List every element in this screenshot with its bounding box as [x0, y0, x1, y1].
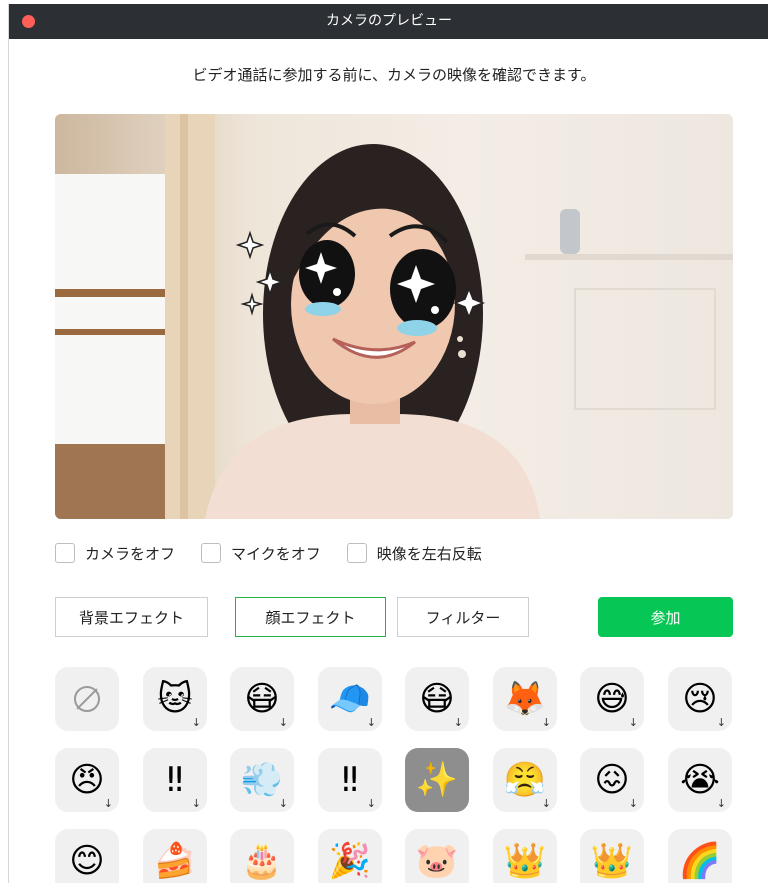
sparkly-eyes-icon: ✨	[415, 760, 459, 800]
effect-item[interactable]: 😷 ↓	[230, 667, 294, 731]
download-arrow-icon: ↓	[366, 716, 376, 729]
annoyed-face-icon: 😤	[503, 760, 547, 800]
download-arrow-icon: ↓	[716, 716, 726, 729]
tiara-icon: 👑	[590, 841, 634, 881]
tab-face-effects[interactable]: 顔エフェクト	[235, 597, 386, 637]
birthday-cake-icon: 🎂	[240, 841, 284, 881]
crown-icon: 👑	[503, 841, 547, 881]
download-arrow-icon: ↓	[191, 797, 201, 810]
blush-face-icon: 😊	[69, 841, 105, 881]
download-arrow-icon: ↓	[103, 797, 113, 810]
mirror-video-checkbox[interactable]	[346, 543, 367, 563]
download-arrow-icon: ↓	[716, 797, 726, 810]
effect-item[interactable]: 🍰	[143, 829, 207, 883]
download-arrow-icon: ↓	[278, 797, 288, 810]
effect-item[interactable]: 😭 ↓	[668, 748, 732, 812]
tab-background-effects[interactable]: 背景エフェクト	[55, 597, 208, 637]
download-arrow-icon: ↓	[191, 716, 201, 729]
effect-item[interactable]: 😖 ↓	[580, 748, 644, 812]
steam-puff-icon: 💨	[240, 760, 284, 800]
party-hat-icon: 🎉	[328, 841, 372, 881]
camera-off-option[interactable]: カメラをオフ	[55, 543, 175, 564]
effect-item[interactable]: 😅 ↓	[580, 667, 644, 731]
frustrated-face-icon: 😖	[594, 760, 630, 800]
mirror-video-label: 映像を左右反転	[376, 544, 482, 563]
angry-face-icon: 😠	[69, 760, 105, 800]
cake-roll-icon: 🍰	[153, 841, 197, 881]
title-bar: カメラのプレビュー	[9, 4, 768, 39]
preview-options: カメラをオフ マイクをオフ 映像を左右反転	[55, 541, 508, 565]
effect-item[interactable]: 👑	[493, 829, 557, 883]
window-title: カメラのプレビュー	[326, 13, 452, 29]
effect-item[interactable]: 😤 ↓	[493, 748, 557, 812]
mic-off-label: マイクをオフ	[231, 544, 321, 563]
effect-item[interactable]: ✨	[405, 748, 469, 812]
effect-item[interactable]: 😠 ↓	[55, 748, 119, 812]
mic-off-option[interactable]: マイクをオフ	[201, 543, 321, 564]
camera-preview-video	[55, 114, 733, 519]
effect-item[interactable]	[55, 667, 119, 731]
none-icon	[74, 686, 100, 712]
rainbow-icon: 🌈	[678, 841, 722, 881]
exclamation-icon: ‼	[341, 760, 359, 800]
sad-face-icon: 😢	[682, 679, 718, 719]
camera-preview-window: カメラのプレビュー ビデオ通話に参加する前に、カメラの映像を確認できます。 カメ…	[8, 4, 768, 883]
effect-item[interactable]: 🐷	[405, 829, 469, 883]
cap-mask-face-icon: 🧢	[328, 679, 372, 719]
effect-item[interactable]: ‼ ↓	[318, 748, 382, 812]
effect-item[interactable]: 🌈	[668, 829, 732, 883]
download-arrow-icon: ↓	[278, 716, 288, 729]
effect-item[interactable]: 🐱 ↓	[143, 667, 207, 731]
white-mask-face-icon: 😷	[244, 679, 280, 719]
effect-item[interactable]: 😢 ↓	[668, 667, 732, 731]
mic-off-checkbox[interactable]	[201, 543, 222, 563]
effect-item[interactable]: ‼ ↓	[143, 748, 207, 812]
mirror-video-option[interactable]: 映像を左右反転	[346, 543, 482, 564]
download-arrow-icon: ↓	[628, 716, 638, 729]
fox-mask-icon: 🦊	[503, 679, 547, 719]
pig-face-icon: 🐷	[415, 841, 459, 881]
cat-photo-icon: 🐱	[157, 679, 193, 719]
crying-face-icon: 😭	[680, 760, 720, 800]
sweat-face-icon: 😅	[594, 679, 630, 719]
effect-item[interactable]: 😊	[55, 829, 119, 883]
effect-item[interactable]: 🎉	[318, 829, 382, 883]
tab-filters[interactable]: フィルター	[397, 597, 529, 637]
camera-off-label: カメラをオフ	[85, 544, 176, 563]
download-arrow-icon: ↓	[541, 797, 551, 810]
join-button[interactable]: 参加	[598, 597, 733, 637]
preview-description: ビデオ通話に参加する前に、カメラの映像を確認できます。	[192, 66, 596, 84]
camera-off-checkbox[interactable]	[55, 543, 75, 563]
effect-item[interactable]: 🧢 ↓	[318, 667, 382, 731]
download-arrow-icon: ↓	[541, 716, 551, 729]
effect-item[interactable]: 👑	[580, 829, 644, 883]
effect-item[interactable]: 💨 ↓	[230, 748, 294, 812]
effect-item[interactable]: 😷 ↓	[405, 667, 469, 731]
download-arrow-icon: ↓	[366, 797, 376, 810]
download-arrow-icon: ↓	[453, 716, 463, 729]
download-arrow-icon: ↓	[628, 797, 638, 810]
black-mask-face-icon: 😷	[419, 679, 455, 719]
exclamation-icon: ‼	[166, 760, 184, 800]
effect-item[interactable]: 🦊 ↓	[493, 667, 557, 731]
effect-item[interactable]: 🎂	[230, 829, 294, 883]
